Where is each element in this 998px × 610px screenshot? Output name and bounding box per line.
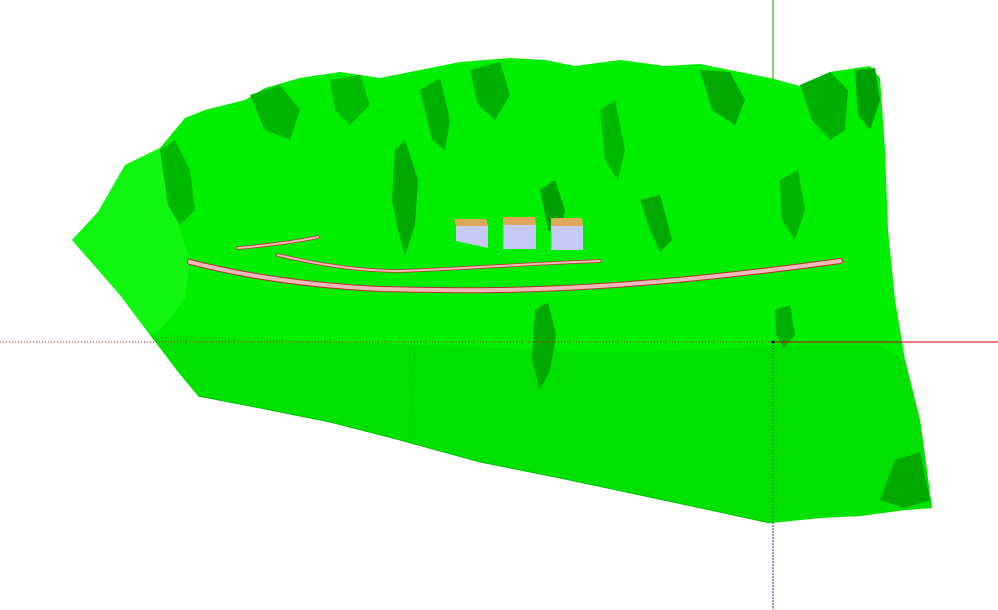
model-canvas[interactable] (0, 0, 998, 610)
building-roof (454, 219, 488, 226)
building-2[interactable] (503, 217, 536, 249)
3d-viewport[interactable] (0, 0, 998, 610)
building-roof (551, 218, 583, 226)
building-3[interactable] (551, 218, 583, 250)
building-roof (503, 217, 536, 225)
axis-origin (771, 340, 775, 344)
building-wall (551, 226, 583, 250)
building-wall (503, 225, 536, 249)
